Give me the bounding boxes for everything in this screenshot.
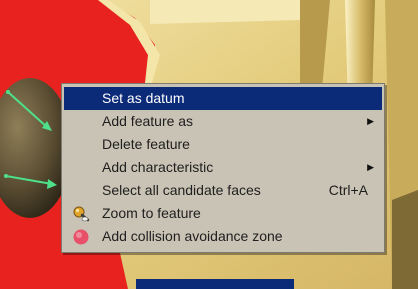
- menu-item-zoom-to-feature[interactable]: Zoom to feature: [64, 202, 382, 225]
- menu-item-label: Add characteristic: [102, 159, 214, 175]
- menu-item-add-feature-as[interactable]: Add feature as ▶: [64, 110, 382, 133]
- submenu-arrow-icon: ▶: [367, 116, 374, 126]
- submenu-arrow-icon: ▶: [367, 162, 374, 172]
- context-menu: Set as datum Add feature as ▶ Delete fea…: [61, 83, 385, 253]
- part-shadow: [392, 190, 418, 289]
- menu-item-select-all-candidate-faces[interactable]: Select all candidate faces Ctrl+A: [64, 179, 382, 202]
- menu-item-label: Delete feature: [102, 136, 190, 152]
- menu-item-label: Zoom to feature: [102, 205, 201, 221]
- menu-item-label: Select all candidate faces: [102, 182, 261, 198]
- menu-item-set-as-datum[interactable]: Set as datum: [64, 87, 382, 110]
- shortcut-label: Ctrl+A: [328, 182, 368, 198]
- zoom-feature-icon: [72, 205, 90, 223]
- menu-item-label: Add feature as: [102, 113, 194, 129]
- menu-item-add-characteristic[interactable]: Add characteristic ▶: [64, 156, 382, 179]
- screenshot-frame: Set as datum Add feature as ▶ Delete fea…: [0, 0, 418, 289]
- menu-item-add-collision-avoidance-zone[interactable]: Add collision avoidance zone: [64, 225, 382, 248]
- part-highlight: [150, 0, 300, 24]
- bottom-panel-tab[interactable]: [136, 279, 294, 289]
- menu-item-delete-feature[interactable]: Delete feature: [64, 133, 382, 156]
- collision-zone-icon: [72, 228, 90, 246]
- menu-item-label: Set as datum: [102, 90, 185, 106]
- menu-item-label: Add collision avoidance zone: [102, 228, 283, 244]
